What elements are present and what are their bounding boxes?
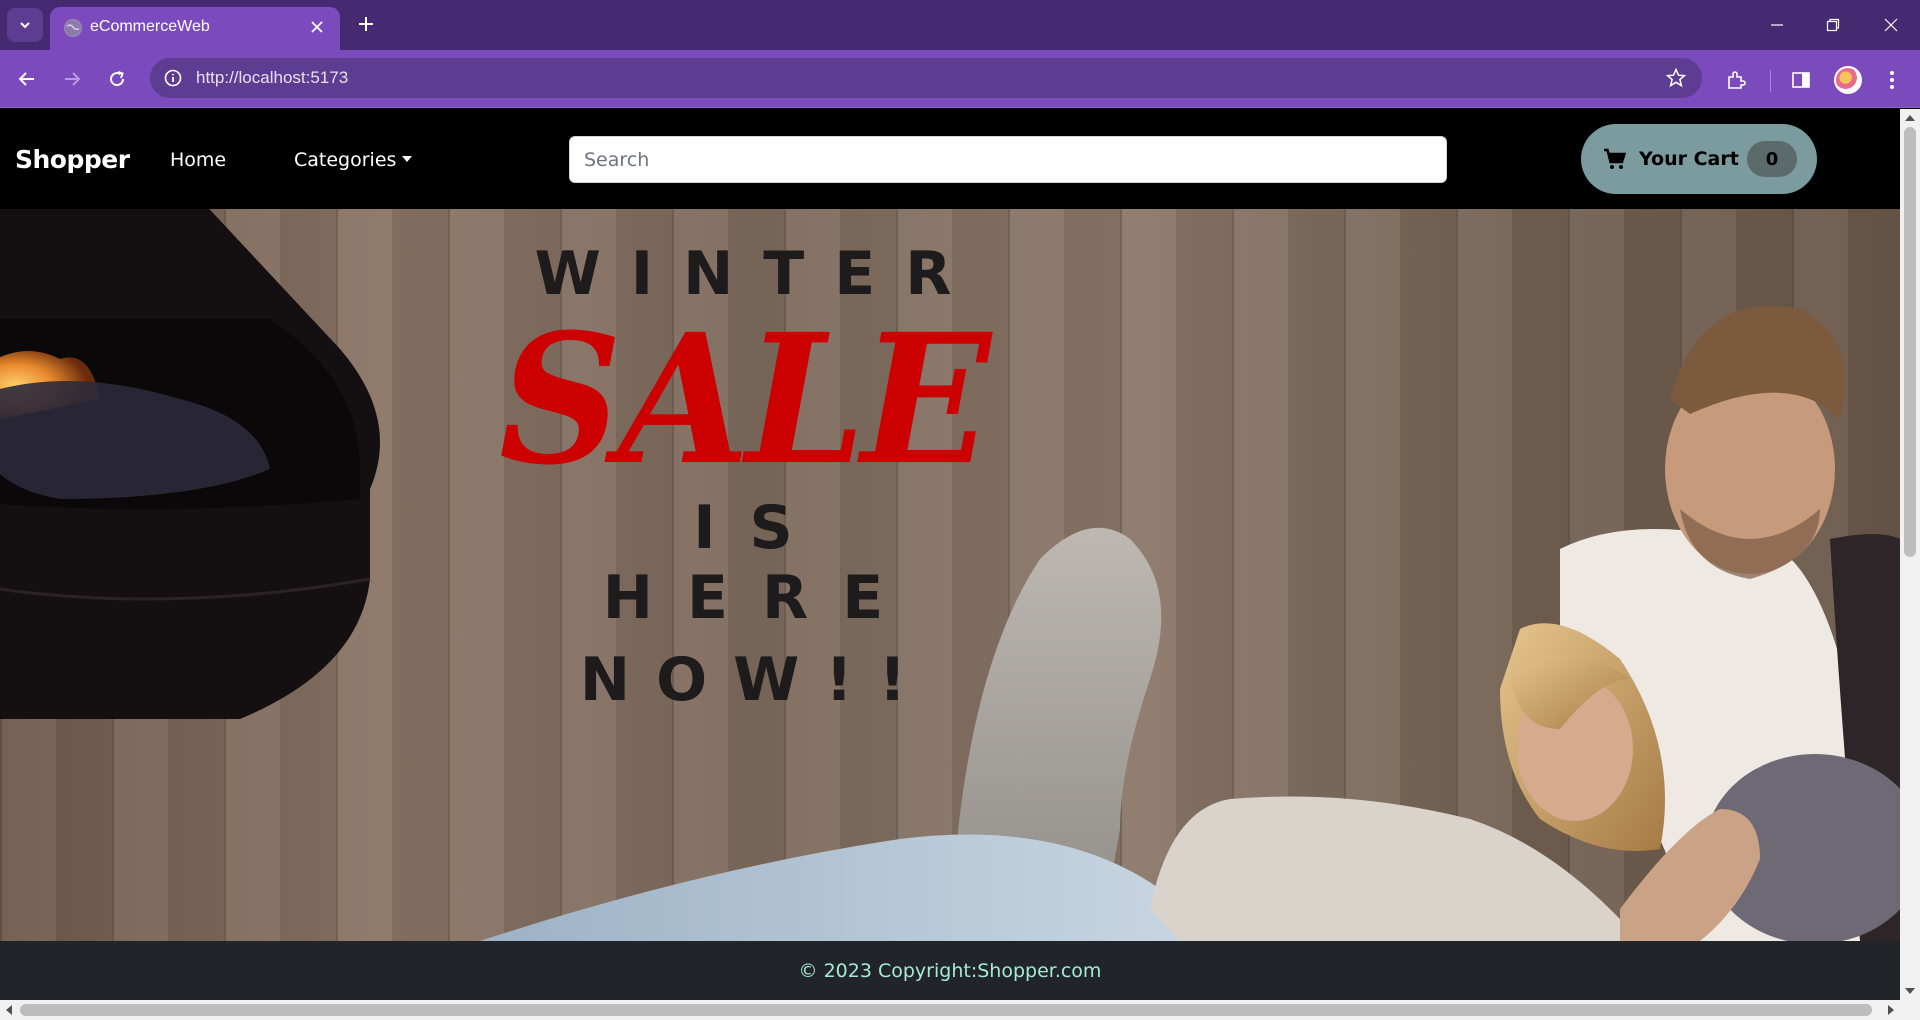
close-tab-button[interactable] (306, 16, 328, 38)
scroll-left-arrow-icon[interactable] (6, 1005, 12, 1015)
headline-is-here: IS HERE (602, 493, 918, 633)
tab-search-button[interactable] (7, 8, 43, 42)
horizontal-scroll-thumb[interactable] (20, 1004, 1872, 1016)
close-icon (311, 21, 323, 33)
more-menu-icon[interactable] (1878, 66, 1906, 94)
scroll-right-arrow-icon[interactable] (1888, 1005, 1894, 1015)
search-input[interactable] (569, 136, 1447, 183)
site-navbar: Shopper Home Categories Your Cart 0 (0, 109, 1900, 209)
categories-label: Categories (294, 149, 397, 171)
forward-button[interactable] (57, 64, 87, 94)
toolbar-separator (1770, 70, 1771, 92)
scroll-down-arrow-icon[interactable] (1905, 988, 1915, 994)
brand-logo[interactable]: Shopper (15, 145, 130, 174)
browser-tab-strip: eCommerceWeb (0, 0, 1920, 50)
side-panel-icon[interactable] (1787, 66, 1815, 94)
cart-icon (1604, 148, 1627, 169)
hero-banner: WINTER SALE IS HERE NOW!! (0, 209, 1900, 941)
vertical-scrollbar[interactable] (1900, 109, 1920, 1000)
close-window-button[interactable] (1878, 12, 1904, 38)
minimize-icon (1771, 24, 1783, 26)
site-footer: © 2023 Copyright:Shopper.com (0, 941, 1900, 1000)
plus-icon (359, 17, 373, 31)
minimize-button[interactable] (1764, 12, 1790, 38)
cart-button[interactable]: Your Cart 0 (1581, 124, 1817, 194)
profile-avatar[interactable] (1834, 66, 1862, 94)
horizontal-scrollbar[interactable] (0, 1000, 1920, 1020)
reload-icon (110, 71, 125, 87)
browser-tab[interactable]: eCommerceWeb (50, 7, 340, 50)
restore-icon (1826, 18, 1840, 32)
back-button[interactable] (12, 64, 42, 94)
address-bar[interactable]: http://localhost:5173 (150, 58, 1702, 98)
scroll-up-arrow-icon[interactable] (1905, 115, 1915, 121)
extensions-icon[interactable] (1722, 66, 1750, 94)
tab-title: eCommerceWeb (90, 18, 210, 35)
cart-label: Your Cart (1639, 148, 1739, 170)
browser-toolbar: http://localhost:5173 (0, 50, 1920, 108)
new-tab-button[interactable] (354, 12, 378, 36)
caret-down-icon (402, 155, 413, 162)
site-info-icon[interactable] (160, 65, 186, 91)
headline-now: NOW!! (579, 645, 933, 715)
sale-headline: WINTER SALE IS HERE NOW!! (478, 239, 1008, 715)
globe-icon (64, 19, 82, 37)
copyright-text: © 2023 Copyright:Shopper.com (798, 959, 1102, 982)
chevron-down-icon (20, 22, 30, 29)
arrow-right-icon (65, 72, 81, 86)
reload-button[interactable] (102, 64, 132, 94)
cart-count-badge: 0 (1747, 141, 1797, 177)
arrow-left-icon (18, 72, 34, 86)
restore-button[interactable] (1820, 12, 1846, 38)
headline-sale: SALE (499, 295, 991, 505)
nav-home-link[interactable]: Home (170, 149, 226, 171)
url-text: http://localhost:5173 (196, 68, 349, 87)
vertical-scroll-thumb[interactable] (1904, 127, 1916, 557)
page-viewport: Shopper Home Categories Your Cart 0 (0, 109, 1900, 1000)
bookmark-star-icon[interactable] (1664, 66, 1688, 90)
close-icon (1884, 18, 1898, 32)
nav-categories-dropdown[interactable]: Categories (294, 149, 413, 171)
